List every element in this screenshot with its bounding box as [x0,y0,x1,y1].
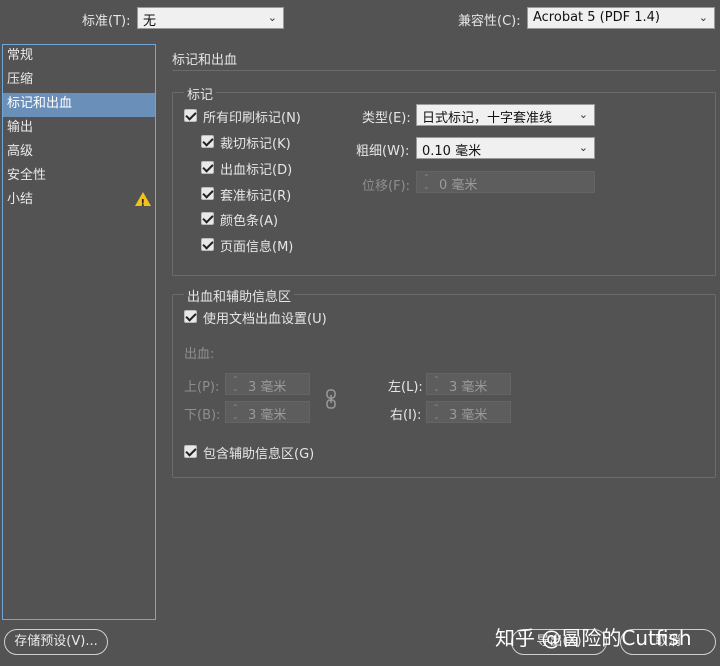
standard-label: 标准(T): [82,14,131,29]
crop-marks-checkbox[interactable] [201,135,214,148]
left-bleed-label: 左(L): [388,380,423,395]
top-bleed-label: 上(P): [184,380,220,395]
weight-value: 0.10 毫米 [422,144,482,159]
compat-value: Acrobat 5 (PDF 1.4) [533,10,660,25]
chevron-down-icon: ⌄ [267,11,277,24]
stepper-arrows-icon: ⌃ ⌄ [232,403,239,421]
registration-marks-checkbox[interactable] [201,187,214,200]
sidebar-item-label: 标记和出血 [7,96,73,111]
panel-title: 标记和出血 [172,53,238,68]
include-slug-label: 包含辅助信息区(G) [203,447,315,462]
bleed-label: 出血: [184,347,215,362]
bleed-marks-checkbox[interactable] [201,161,214,174]
stepper-arrows-icon: ⌃ ⌄ [232,375,239,393]
right-bleed-label: 右(I): [390,408,422,423]
bleed-marks-label: 出血标记(D) [220,163,293,178]
sidebar-item-label: 输出 [7,120,34,135]
weight-select[interactable]: 0.10 毫米 ⌄ [416,137,595,159]
offset-value: 0 毫米 [439,178,478,193]
sidebar-item-label: 安全性 [7,168,47,183]
chevron-down-icon: ⌄ [698,11,708,24]
page-info-checkbox[interactable] [201,238,214,251]
sidebar-item-label: 压缩 [7,72,34,87]
chevron-down-icon: ⌄ [578,108,588,121]
standard-value: 无 [143,14,157,29]
crop-marks-label: 裁切标记(K) [220,137,291,152]
color-bars-checkbox[interactable] [201,212,214,225]
bottom-bleed-value: 3 毫米 [248,408,287,423]
bottom-bleed-stepper[interactable]: ⌃ ⌄ 3 毫米 [225,401,310,423]
offset-stepper[interactable]: ⌃ ⌄ 0 毫米 [416,171,595,193]
sidebar-item-output[interactable]: 输出 [3,117,155,141]
left-bleed-value: 3 毫米 [449,380,488,395]
offset-label: 位移(F): [362,179,411,194]
compat-select[interactable]: Acrobat 5 (PDF 1.4) ⌄ [527,7,715,29]
compat-label: 兼容性(C): [458,14,521,29]
warning-mark: ! [140,198,145,209]
page-info-label: 页面信息(M) [220,240,294,255]
sidebar-item-label: 小结 [7,192,34,207]
bleed-group-title: 出血和辅助信息区 [184,286,295,305]
sidebar-item-summary[interactable]: 小结 ! [3,189,155,213]
left-bleed-stepper[interactable]: ⌃ ⌄ 3 毫米 [426,373,511,395]
title-divider [172,70,716,71]
sidebar-item-marks-bleeds[interactable]: 标记和出血 [3,93,155,117]
sidebar-item-security[interactable]: 安全性 [3,165,155,189]
stepper-arrows-icon: ⌃ ⌄ [433,375,440,393]
sidebar-item-label: 常规 [7,48,34,63]
use-doc-bleed-checkbox[interactable] [184,310,197,323]
type-label: 类型(E): [362,111,411,126]
use-doc-bleed-label: 使用文档出血设置(U) [203,312,327,327]
sidebar: 常规 压缩 标记和出血 输出 高级 安全性 小结 ! [2,44,156,620]
right-bleed-value: 3 毫米 [449,408,488,423]
link-icon[interactable] [325,389,337,409]
sidebar-item-label: 高级 [7,144,34,159]
include-slug-checkbox[interactable] [184,445,197,458]
marks-group-title: 标记 [184,84,217,103]
sidebar-item-general[interactable]: 常规 [3,45,155,69]
watermark: 知乎 @冒险的Cutfish [495,626,692,650]
type-value: 日式标记，十字套准线 [422,111,553,126]
stepper-arrows-icon: ⌃ ⌄ [433,403,440,421]
weight-label: 粗细(W): [356,144,410,159]
stepper-arrows-icon: ⌃ ⌄ [423,173,430,191]
top-bleed-value: 3 毫米 [248,380,287,395]
right-bleed-stepper[interactable]: ⌃ ⌄ 3 毫米 [426,401,511,423]
save-preset-button[interactable]: 存储预设(V)... [4,629,108,655]
standard-select[interactable]: 无 ⌄ [137,7,284,29]
bottom-bleed-label: 下(B): [184,408,221,423]
type-select[interactable]: 日式标记，十字套准线 ⌄ [416,104,595,126]
all-marks-checkbox[interactable] [184,109,197,122]
color-bars-label: 颜色条(A) [220,214,279,229]
chevron-down-icon: ⌄ [578,141,588,154]
sidebar-item-compression[interactable]: 压缩 [3,69,155,93]
all-marks-label: 所有印刷标记(N) [203,111,301,126]
top-bleed-stepper[interactable]: ⌃ ⌄ 3 毫米 [225,373,310,395]
registration-marks-label: 套准标记(R) [220,189,292,204]
sidebar-item-advanced[interactable]: 高级 [3,141,155,165]
